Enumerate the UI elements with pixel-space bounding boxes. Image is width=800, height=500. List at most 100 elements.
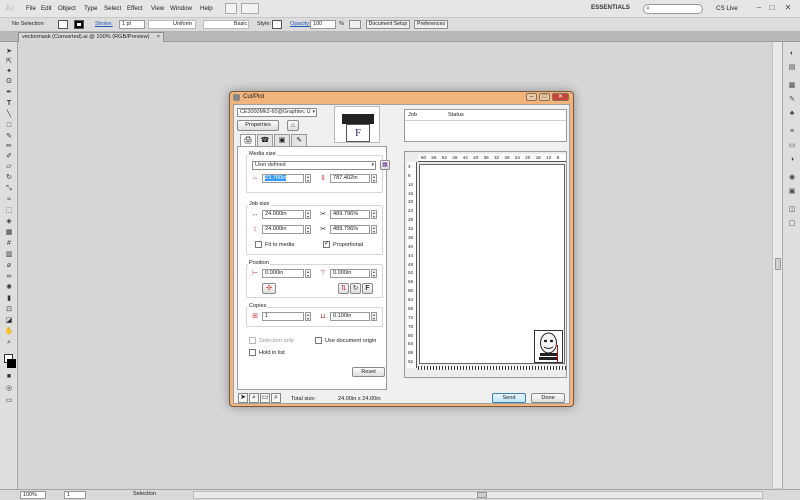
media-length-spinner[interactable]: ▴ ▾ (371, 174, 377, 183)
perspective-grid-tool-icon[interactable]: ▦ (4, 229, 14, 237)
menu-file[interactable]: File (26, 5, 36, 12)
hold-in-list-checkbox[interactable] (249, 349, 256, 356)
position-x-spinner[interactable]: ▴ ▾ (305, 269, 311, 278)
menu-object[interactable]: Object (58, 5, 76, 12)
status-column-header[interactable]: Status (448, 112, 464, 118)
menu-edit[interactable]: Edit (41, 5, 52, 12)
close-tab-icon[interactable]: × (157, 33, 160, 42)
menu-view[interactable]: View (151, 5, 164, 12)
fit-to-media-checkbox[interactable] (255, 241, 262, 248)
stroke-profile-select[interactable]: Uniform (148, 20, 196, 29)
job-height-percent-spinner[interactable]: ▴ ▾ (371, 225, 377, 234)
hand-tool-icon[interactable]: ✋ (4, 328, 14, 336)
vertical-scroll-thumb[interactable] (775, 258, 781, 270)
copy-spacing-field[interactable]: 0.100in (330, 312, 370, 321)
document-setup-button[interactable]: Document Setup (366, 20, 410, 29)
position-y-spinner[interactable]: ▴ ▾ (371, 269, 377, 278)
zoom-fit-icon[interactable]: ▭ (260, 393, 270, 403)
stroke-label-link[interactable]: Stroke: (95, 21, 113, 27)
reset-button[interactable]: Reset (352, 367, 385, 377)
cs-live-button[interactable]: CS Live (716, 5, 738, 12)
menu-window[interactable]: Window (170, 5, 192, 12)
media-preview[interactable]: 60 56 52 48 44 40 36 32 28 24 20 16 12 8 4 8 12 16 20 24 28… (404, 151, 567, 378)
transparency-panel-icon[interactable]: ◑ (787, 156, 797, 164)
slice-tool-icon[interactable]: ◪ (4, 317, 14, 325)
menu-type[interactable]: Type (84, 5, 97, 12)
dialog-close-button[interactable]: ✕ (552, 93, 569, 101)
dialog-maximize-button[interactable]: □ (539, 93, 550, 101)
position-x-field[interactable]: 0.000in (262, 269, 304, 278)
done-button[interactable]: Done (531, 393, 565, 403)
close-app-button[interactable]: ✕ (782, 3, 794, 13)
menu-help[interactable]: Help (200, 5, 213, 12)
layers-panel-icon[interactable]: ◫ (787, 206, 797, 214)
magic-wand-tool-icon[interactable]: ✦ (4, 68, 14, 76)
color-mode-icon[interactable]: ■ (4, 373, 14, 381)
maximize-button[interactable]: □ (766, 3, 778, 13)
screen-mode-icon[interactable]: ▭ (4, 397, 14, 405)
zoom-page-icon[interactable]: ⌕ (271, 393, 281, 403)
preferences-button[interactable]: Preferences (414, 20, 448, 29)
job-width-spinner[interactable]: ▴ ▾ (305, 210, 311, 219)
rotate-tool-icon[interactable]: ↻ (4, 174, 14, 182)
scale-tool-icon[interactable]: ⤡ (4, 185, 14, 193)
copies-field[interactable]: 1 (262, 312, 304, 321)
selection-tool-icon[interactable]: ➤ (4, 48, 14, 56)
stroke-panel-icon[interactable]: ≡ (787, 128, 797, 136)
direct-selection-tool-icon[interactable]: ⇱ (4, 58, 14, 66)
job-height-field[interactable]: 24.000in (262, 225, 304, 234)
opacity-label-link[interactable]: Opacity: (290, 21, 311, 27)
properties-button[interactable]: Properties (237, 120, 279, 131)
media-size-select[interactable]: User defined ▾ (252, 161, 376, 170)
rectangle-tool-icon[interactable]: □ (4, 122, 14, 130)
job-height-percent-field[interactable]: 489.796% (330, 225, 370, 234)
copy-spacing-spinner[interactable]: ▴ ▾ (371, 312, 377, 321)
flip-icon[interactable]: ⇅ (338, 283, 349, 294)
job-height-spinner[interactable]: ▴ ▾ (305, 225, 311, 234)
opacity-field[interactable]: 100 (310, 20, 336, 29)
fill-swatch[interactable] (58, 20, 68, 29)
gradient-panel-icon[interactable]: ▭ (787, 142, 797, 150)
device-settings-icon[interactable]: ⌂ (287, 120, 299, 131)
shape-builder-tool-icon[interactable]: ◈ (4, 218, 14, 226)
tab-options[interactable]: ☎ (257, 134, 273, 146)
arrange-documents-icon[interactable] (241, 3, 259, 14)
menu-effect[interactable]: Effect (127, 5, 143, 12)
brush-definition-select[interactable]: Basic (203, 20, 249, 29)
paintbrush-tool-icon[interactable]: ✎ (4, 133, 14, 141)
blob-brush-tool-icon[interactable]: ✐ (4, 153, 14, 161)
document-tab[interactable]: vectormask (Converted).ai @ 100% (RGB/Pr… (18, 32, 164, 42)
graphic-style-swatch[interactable] (272, 20, 282, 29)
zoom-tool-icon[interactable]: ⌕ (4, 339, 14, 347)
gradient-tool-icon[interactable]: ▥ (4, 251, 14, 259)
job-list[interactable]: Job Status (404, 109, 567, 142)
zoom-level-field[interactable]: 100% (20, 491, 46, 499)
rotate-icon[interactable]: ↻ (350, 283, 361, 294)
appearance-panel-icon[interactable]: ◉ (787, 174, 797, 182)
artboards-panel-icon[interactable]: ▢ (787, 220, 797, 228)
job-column-header[interactable]: Job (408, 112, 417, 118)
graphic-styles-panel-icon[interactable]: ▣ (787, 188, 797, 196)
mirror-icon[interactable]: F (362, 283, 373, 294)
artwork-thumbnail[interactable] (534, 330, 563, 363)
zoom-in-icon[interactable]: ⌕ (249, 393, 259, 403)
media-detect-icon[interactable]: ▦ (380, 160, 390, 170)
move-origin-icon[interactable]: ✣ (262, 283, 276, 294)
brushes-panel-icon[interactable]: ✎ (787, 96, 797, 104)
tab-marks[interactable]: ▣ (274, 134, 290, 146)
job-width-field[interactable]: 24.000in (262, 210, 304, 219)
tab-tools[interactable]: ✎ (291, 134, 307, 146)
symbol-sprayer-tool-icon[interactable]: ✺ (4, 284, 14, 292)
artboard-navigation-field[interactable]: 1 (64, 491, 86, 499)
type-tool-icon[interactable]: T (4, 100, 14, 108)
drawing-mode-icon[interactable]: ◎ (4, 385, 14, 393)
pen-tool-icon[interactable]: ✒ (4, 89, 14, 97)
device-select[interactable]: CE3000Mk2-60@Graphtec U ▾ (237, 108, 317, 117)
copies-spinner[interactable]: ▴ ▾ (305, 312, 311, 321)
help-search-input[interactable]: ⌕ (643, 4, 703, 14)
status-mode[interactable]: Selection (133, 491, 156, 497)
stroke-swatch[interactable] (74, 20, 84, 29)
pointer-tool-icon[interactable]: ➤ (238, 393, 248, 403)
selection-only-checkbox[interactable] (249, 337, 256, 344)
dialog-title-bar[interactable]: Cut/Plot – □ ✕ (230, 92, 573, 103)
